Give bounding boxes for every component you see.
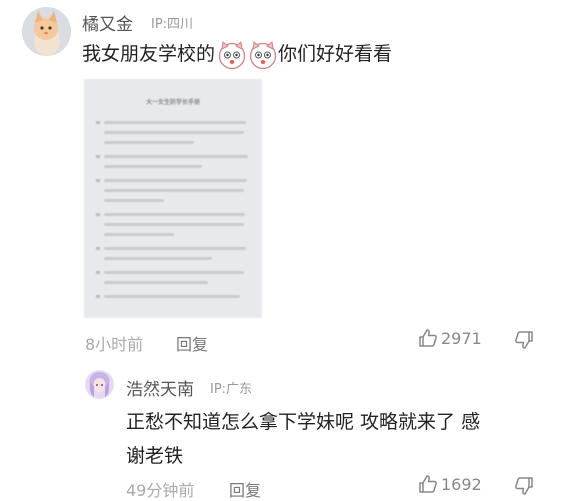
avatar-main-commenter[interactable] [22, 7, 71, 56]
comment-like-count: 2971 [441, 328, 482, 348]
commenter-ip-location: IP:四川 [151, 17, 194, 32]
reply-reply-button[interactable]: 回复 [229, 477, 261, 501]
thumbs-up-icon [418, 474, 438, 494]
comment-attachment-image[interactable]: 大一女生防学长手册 [84, 79, 262, 318]
reply-like-count: 1692 [441, 474, 482, 494]
cat-emoji-icon [217, 40, 247, 69]
reply-text: 正愁不知道怎么拿下学妹呢 攻略就来了 感 谢老铁 [126, 405, 480, 473]
thumbs-up-icon [418, 328, 438, 348]
comment-dislike-button[interactable] [514, 330, 534, 350]
comment-text-main: 我女朋友学校的 [82, 43, 216, 65]
reply-author-ip-location: IP:广东 [210, 382, 253, 397]
comment-reply-button[interactable]: 回复 [176, 331, 208, 355]
cat-emoji-icon [248, 40, 278, 69]
avatar-reply-author[interactable] [85, 370, 114, 399]
reply-text-line: 正愁不知道怎么拿下学妹呢 攻略就来了 感 [126, 411, 481, 433]
thumbs-down-icon [514, 476, 534, 496]
reply-like-button[interactable]: 1692 [418, 474, 482, 494]
attachment-title: 大一女生防学长手册 [145, 99, 200, 106]
thumbs-down-icon [514, 330, 534, 350]
comment-text-suffix: 你们好好看看 [278, 43, 393, 65]
comment-timestamp: 8小时前 [85, 335, 144, 354]
reply-author-username[interactable]: 浩然天南 [126, 375, 194, 400]
reply-text-line: 谢老铁 [126, 445, 184, 467]
comment-text: 我女朋友学校的 你们好好看看 [82, 37, 392, 71]
comment-like-button[interactable]: 2971 [418, 328, 482, 348]
reply-timestamp: 49分钟前 [126, 481, 195, 500]
commenter-username[interactable]: 橘又金 [82, 10, 133, 35]
reply-dislike-button[interactable] [514, 476, 534, 496]
